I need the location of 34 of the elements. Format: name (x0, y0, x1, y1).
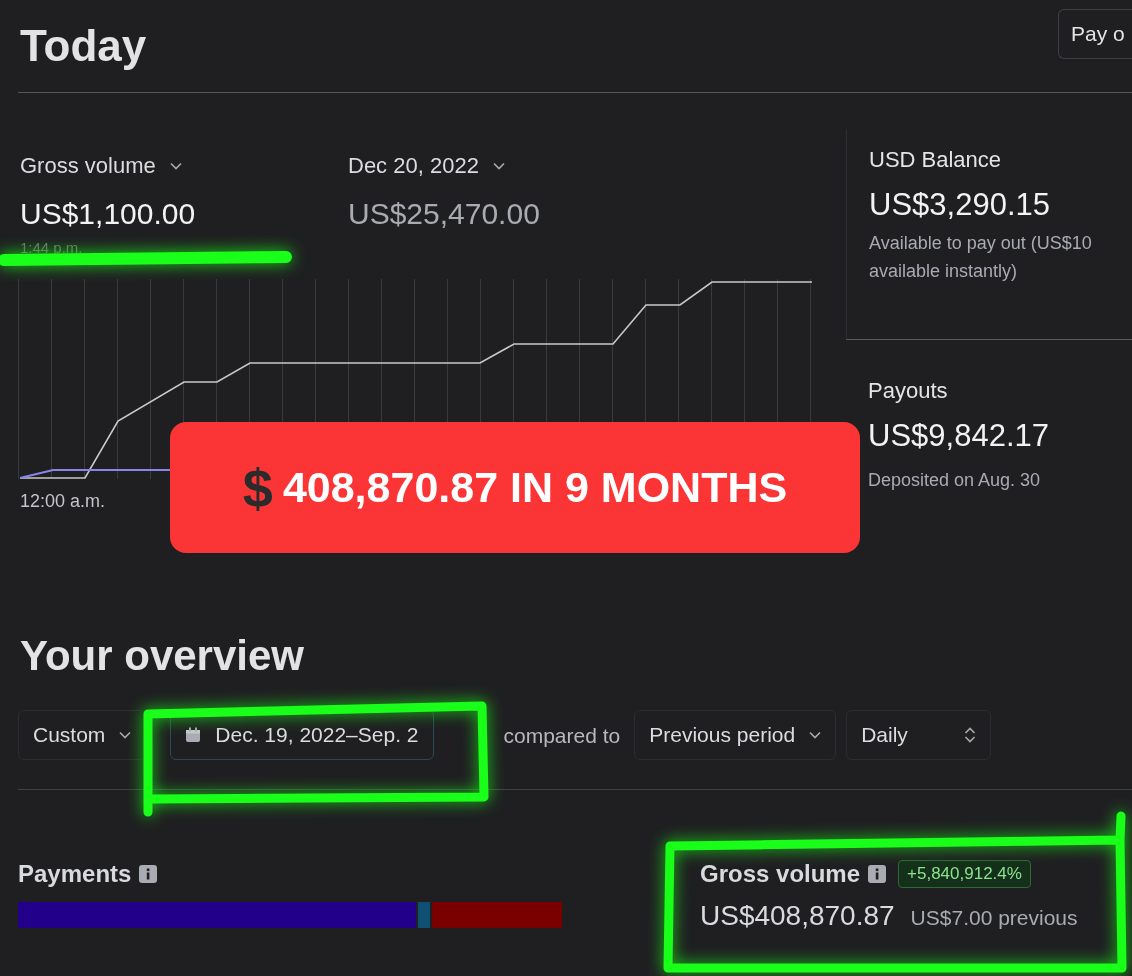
metric-value: US$1,100.00 (20, 197, 196, 231)
calendar-icon (185, 727, 202, 743)
interval-select[interactable]: Daily (846, 710, 992, 760)
metric-dropdown[interactable]: Gross volume (20, 153, 182, 179)
axis-label: 12:00 a.m. (20, 491, 106, 512)
payments-title: Payments (18, 860, 132, 888)
pay-out-button[interactable]: Pay o (1058, 9, 1132, 59)
balance-note: available instantly) (869, 261, 1019, 281)
previous-value: US$7.00 previous (910, 906, 1078, 930)
payouts-note: Deposited on Aug. 30 (868, 470, 1042, 490)
info-icon (139, 865, 158, 883)
gross-volume-value: US$408,870.87 (700, 900, 895, 932)
up-down-icon (964, 726, 977, 744)
chevron-down-icon (119, 731, 132, 739)
balance-title: USD Balance (869, 147, 1003, 173)
chevron-down-icon (492, 162, 505, 170)
page-title: Today (19, 21, 147, 71)
filter-dropdown[interactable]: Custom (18, 710, 147, 760)
chevron-down-icon (809, 731, 822, 739)
filter-dropdown[interactable]: Previous period (634, 710, 837, 760)
chevron-down-icon (169, 162, 182, 170)
payouts-title: Payouts (868, 378, 949, 404)
metric-value: US$25,470.00 (348, 197, 540, 231)
dollar-sign: $ (242, 456, 273, 519)
metric-dropdown[interactable]: Dec 20, 2022 (348, 153, 505, 179)
balance-value: US$3,290.15 (869, 187, 1051, 223)
balance-note: Available to pay out (US$10 (869, 233, 1093, 253)
info-icon (868, 865, 887, 883)
section-title: Your overview (19, 632, 305, 680)
filter-label: compared to (503, 724, 621, 748)
banner-text: 408,870.87 IN 9 MONTHS (282, 463, 788, 512)
change-badge: +5,840,912.4% (898, 860, 1031, 888)
payouts-value: US$9,842.17 (868, 418, 1050, 454)
gross-volume-title: Gross volume (700, 860, 861, 888)
